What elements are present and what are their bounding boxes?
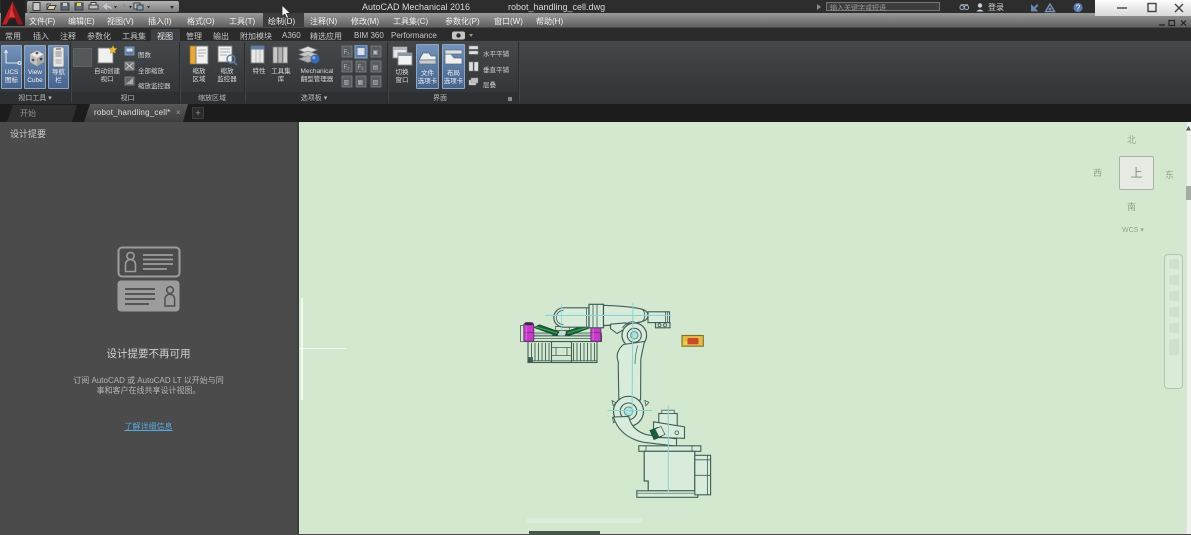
svg-text:▣: ▣ [373, 50, 379, 56]
svg-text:▨: ▨ [373, 80, 379, 86]
svg-text:F₂: F₂ [344, 65, 351, 71]
svg-text:?: ? [1076, 4, 1081, 13]
svg-text:F₁: F₁ [344, 50, 350, 56]
svg-text:▤: ▤ [373, 65, 379, 71]
svg-text:F₃: F₃ [358, 65, 365, 71]
svg-text:登录: 登录 [988, 2, 1004, 12]
svg-text:▦: ▦ [358, 80, 364, 86]
svg-text:▥: ▥ [344, 80, 350, 86]
